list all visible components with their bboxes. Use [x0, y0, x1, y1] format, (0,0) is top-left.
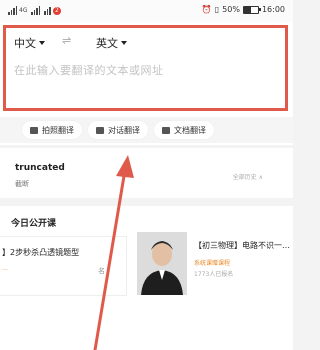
annotation-arrow	[93, 155, 134, 350]
